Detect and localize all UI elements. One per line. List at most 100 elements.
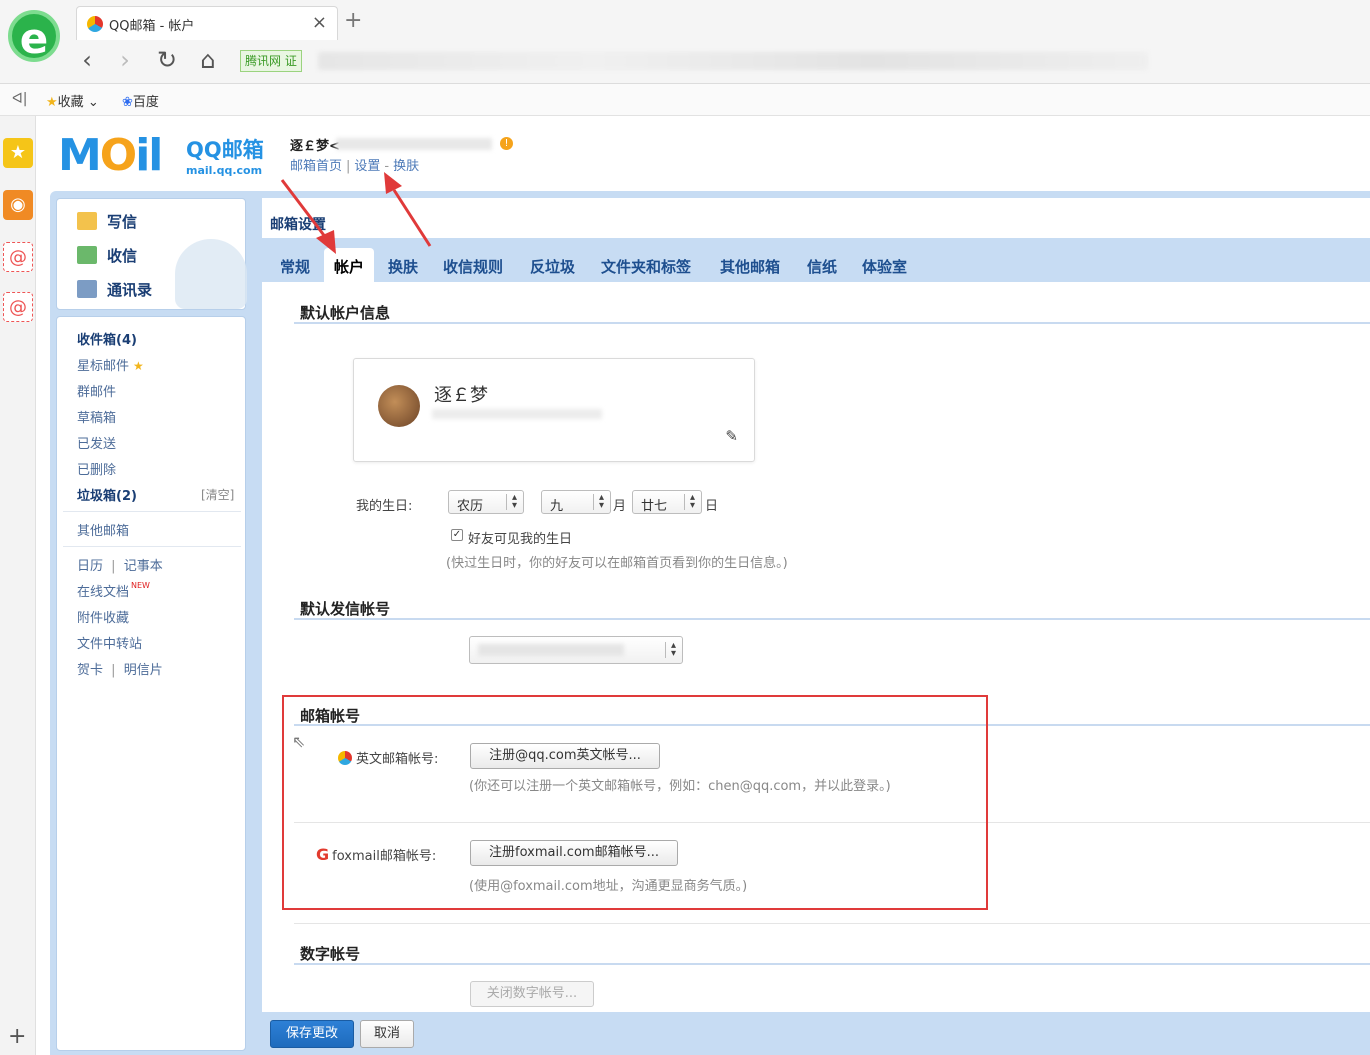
tab-folders-labels[interactable]: 文件夹和标签: [601, 256, 691, 277]
folder-panel: 收件箱(4) 星标邮件 ★ 群邮件 草稿箱 已发送 已删除 垃圾箱(2) [清空]…: [56, 316, 246, 1051]
calendar-type-select[interactable]: 农历 ▴ ▾: [448, 490, 524, 514]
forward-icon[interactable]: ›: [110, 46, 140, 74]
link-skin[interactable]: 换肤: [393, 159, 419, 174]
browser-side-panel: ★ ◉ @ @ +: [0, 116, 36, 1055]
register-english-account-button[interactable]: 注册@qq.com英文帐号...: [470, 743, 660, 769]
mouse-cursor-icon: ⇖: [292, 732, 306, 751]
link-notes[interactable]: 记事本: [124, 559, 163, 574]
folder-inbox[interactable]: 收件箱(4): [77, 329, 137, 348]
tab-title: QQ邮箱 - 帐户: [109, 19, 195, 34]
section-default-sender: 默认发信帐号: [300, 600, 391, 618]
new-tab-icon[interactable]: +: [344, 8, 362, 33]
tab-antispam[interactable]: 反垃圾: [530, 256, 575, 277]
section-mail-accounts: 邮箱帐号: [300, 707, 361, 725]
folder-drafts[interactable]: 草稿箱: [77, 407, 116, 426]
cancel-button[interactable]: 取消: [360, 1020, 414, 1048]
default-sender-select[interactable]: ▴ ▾: [469, 636, 683, 664]
mail-logo-mark-icon: MOil: [58, 130, 163, 181]
divider: [294, 618, 1370, 620]
mail-at-icon[interactable]: @: [3, 292, 33, 322]
home-icon[interactable]: ⌂: [193, 46, 223, 74]
settings-main: 邮箱设置 常规 帐户 换肤 收信规则 反垃圾 文件夹和标签 其他邮箱 信纸 体验…: [262, 198, 1370, 1055]
mail-at-icon[interactable]: @: [3, 242, 33, 272]
birth-month-select[interactable]: 九 ▴ ▾: [541, 490, 611, 514]
new-badge: NEW: [131, 581, 150, 590]
browser-logo-icon[interactable]: e: [8, 10, 60, 63]
tab-labs[interactable]: 体验室: [862, 256, 907, 277]
browser-tab[interactable]: QQ邮箱 - 帐户 ×: [76, 6, 338, 40]
sender-address: [478, 644, 624, 656]
page-title: 邮箱设置: [270, 217, 326, 233]
pencil-icon[interactable]: ✎: [725, 427, 738, 445]
link-mail-home[interactable]: 邮箱首页: [290, 159, 342, 174]
divider: [63, 546, 241, 547]
add-panel-icon[interactable]: +: [8, 1024, 26, 1049]
tab-skin[interactable]: 换肤: [388, 256, 418, 277]
divider: [63, 511, 241, 512]
profile-card: 逐￡梦 ✎: [353, 358, 755, 462]
link-file-transfer[interactable]: 文件中转站: [77, 633, 142, 652]
action-bar: 保存更改 取消: [262, 1012, 1370, 1055]
tab-stationery[interactable]: 信纸: [807, 256, 837, 277]
user-email: [336, 138, 492, 150]
mail-logo[interactable]: MOil: [58, 130, 163, 181]
folder-group[interactable]: 群邮件: [77, 381, 116, 400]
address-security-badge[interactable]: 腾讯网 证: [240, 50, 302, 72]
compose-button[interactable]: 写信: [77, 211, 137, 232]
bookmark-baidu[interactable]: ❀百度: [122, 91, 159, 110]
foxmail-account-label: Gfoxmail邮箱帐号:: [316, 845, 437, 864]
tab-general[interactable]: 常规: [280, 256, 310, 277]
select-arrows-icon: ▴ ▾: [683, 493, 695, 511]
folder-sent[interactable]: 已发送: [77, 433, 116, 452]
collapse-sidebar-icon[interactable]: ᐊ|: [12, 91, 27, 107]
divider: [294, 322, 1370, 324]
receive-button[interactable]: 收信: [77, 245, 137, 266]
compose-icon: [77, 212, 97, 230]
divider: [294, 923, 1370, 924]
divider: [294, 822, 1370, 823]
contacts-icon: [77, 280, 97, 298]
contacts-button[interactable]: 通讯录: [77, 279, 152, 300]
birthday-hint: (快过生日时，你的好友可以在邮箱首页看到你的生日信息。): [446, 556, 788, 571]
link-settings[interactable]: 设置: [354, 159, 380, 174]
link-postcards[interactable]: 明信片: [124, 663, 163, 678]
profile-email: [432, 409, 602, 419]
folder-deleted[interactable]: 已删除: [77, 459, 116, 478]
tab-rules[interactable]: 收信规则: [443, 256, 503, 277]
link-cards[interactable]: 贺卡: [77, 663, 103, 678]
birth-day-select[interactable]: 廿七 ▴ ▾: [632, 490, 702, 514]
english-account-label: 英文邮箱帐号:: [338, 748, 438, 767]
tab-close-icon[interactable]: ×: [312, 12, 327, 33]
back-icon[interactable]: ‹: [72, 46, 102, 74]
friends-visible-label: 好友可见我的生日: [468, 532, 573, 547]
bookmark-favorites[interactable]: ★收藏 ⌄: [46, 91, 99, 110]
link-online-docs[interactable]: 在线文档 NEW: [77, 581, 150, 600]
folder-starred[interactable]: 星标邮件 ★: [77, 355, 144, 374]
link-attachments[interactable]: 附件收藏: [77, 607, 129, 626]
link-calendar[interactable]: 日历: [77, 559, 103, 574]
address-bar[interactable]: [318, 52, 1148, 70]
close-digital-account-button[interactable]: 关闭数字帐号...: [470, 981, 594, 1007]
register-foxmail-account-button[interactable]: 注册foxmail.com邮箱帐号...: [470, 840, 678, 866]
warning-icon[interactable]: !: [500, 137, 513, 150]
header-links: 邮箱首页 | 设置 - 换肤: [290, 159, 420, 174]
tab-other-mailboxes[interactable]: 其他邮箱: [720, 256, 780, 277]
weibo-icon[interactable]: ◉: [3, 190, 33, 220]
user-name: 逐￡梦<: [290, 139, 340, 154]
profile-name: 逐￡梦: [434, 385, 488, 406]
receive-icon: [77, 246, 97, 264]
clear-spam-link[interactable]: [清空]: [201, 486, 234, 503]
select-arrows-icon: ▴ ▾: [505, 493, 517, 511]
divider: [294, 963, 1370, 965]
tools-row-2: 贺卡 | 明信片: [77, 663, 163, 678]
tab-account[interactable]: 帐户: [324, 248, 375, 282]
favorites-star-icon[interactable]: ★: [3, 138, 33, 168]
baidu-paw-icon: ❀: [122, 95, 133, 110]
folder-other-mailboxes[interactable]: 其他邮箱: [77, 520, 129, 539]
friends-visible-checkbox[interactable]: ✓: [451, 529, 463, 541]
section-digital-account: 数字帐号: [300, 945, 361, 963]
reload-icon[interactable]: ↻: [152, 46, 182, 74]
folder-spam[interactable]: 垃圾箱(2): [77, 485, 137, 504]
avatar[interactable]: [378, 385, 420, 427]
save-button[interactable]: 保存更改: [270, 1020, 354, 1048]
